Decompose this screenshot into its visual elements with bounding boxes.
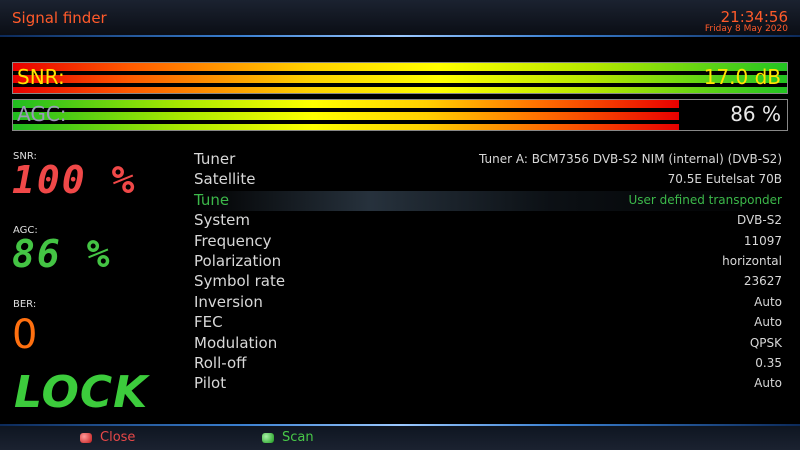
lock-status: LOCK [14,367,149,418]
header-divider [0,35,800,37]
info-row-pilot[interactable]: Pilot Auto [192,374,786,394]
red-key-icon [80,432,92,443]
info-value: Tuner A: BCM7356 DVB-S2 NIM (internal) (… [479,152,782,166]
info-row-frequency[interactable]: Frequency 11097 [192,232,786,252]
ber-value: 0 [12,312,40,358]
info-value: 0.35 [755,355,782,370]
info-row-tuner[interactable]: Tuner Tuner A: BCM7356 DVB-S2 NIM (intern… [192,150,786,170]
info-value: 11097 [743,233,782,248]
info-row-fec[interactable]: FEC Auto [192,313,786,333]
info-key: Modulation [194,333,278,352]
page-title: Signal finder [12,9,107,27]
info-value: Auto [754,294,782,309]
info-key: Inversion [194,292,263,311]
info-row-system[interactable]: System DVB-S2 [192,211,786,231]
info-key: Satellite [194,170,256,189]
info-row-tune[interactable]: Tune User defined transponder [192,190,786,212]
agc-bar-fill [13,100,679,130]
footer-divider [0,424,800,426]
info-key: Polarization [194,251,282,270]
info-value: 70.5E Eutelsat 70B [667,172,782,187]
snr-bar-label: SNR: [17,65,65,89]
info-value: Auto [754,376,782,391]
info-key: Pilot [194,374,227,393]
info-key: System [194,211,250,230]
info-value: 23627 [743,274,782,289]
info-row-inversion[interactable]: Inversion Auto [192,293,786,313]
ber-label: BER: [13,299,37,310]
info-key: Tune [194,190,230,209]
header-bar [0,0,800,36]
info-row-symbol-rate[interactable]: Symbol rate 23627 [192,272,786,292]
agc-percent-reading: 86 % [12,232,112,276]
info-value: DVB-S2 [736,213,782,228]
info-row-satellite[interactable]: Satellite 70.5E Eutelsat 70B [192,170,786,190]
agc-bar-label: AGC: [17,102,67,126]
info-key: Symbol rate [194,272,286,291]
agc-bar: AGC: 86 % [12,99,788,131]
info-row-roll-off[interactable]: Roll-off 0.35 [192,354,786,374]
agc-bar-value: 86 % [730,102,781,126]
close-button[interactable]: Close [80,430,135,445]
snr-bar: SNR: 17.0 dB [12,62,788,94]
snr-bar-fill [13,63,787,93]
close-button-label: Close [100,430,136,445]
info-value: horizontal [722,253,782,268]
date: Friday 8 May 2020 [704,24,788,34]
scan-button[interactable]: Scan [262,430,314,445]
info-row-modulation[interactable]: Modulation QPSK [192,334,786,354]
info-value: QPSK [749,335,782,350]
info-row-polarization[interactable]: Polarization horizontal [192,252,786,272]
green-key-icon [262,432,274,443]
info-key: Frequency [194,231,272,250]
scan-button-label: Scan [282,430,314,445]
snr-bar-value: 17.0 dB [703,65,781,89]
info-key: Roll-off [194,353,247,372]
info-value: User defined transponder [628,192,783,207]
info-key: FEC [194,313,223,332]
info-value: Auto [754,315,782,330]
info-key: Tuner [194,150,236,168]
snr-percent-reading: 100 % [12,158,137,202]
tuner-info-list: Tuner Tuner A: BCM7356 DVB-S2 NIM (intern… [192,150,786,395]
